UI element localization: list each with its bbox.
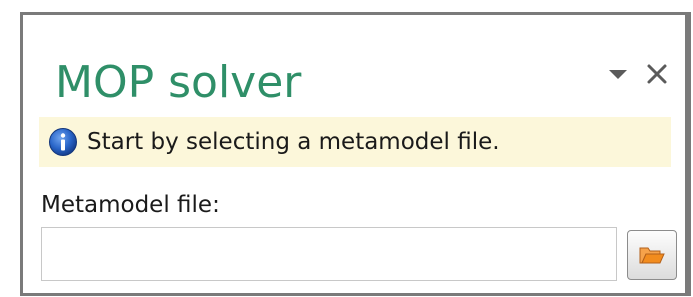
close-icon: [647, 64, 667, 84]
mop-solver-pane: MOP solver Start by selecting a metamode…: [26, 18, 685, 293]
close-button[interactable]: [643, 60, 671, 88]
pane-header-controls: [607, 60, 671, 88]
chevron-down-icon: [609, 69, 627, 79]
info-message: Start by selecting a metamodel file.: [87, 129, 500, 155]
folder-icon: [639, 247, 665, 264]
pane-title: MOP solver: [55, 57, 302, 108]
pane-options-button[interactable]: [607, 64, 629, 84]
browse-file-button[interactable]: [627, 230, 677, 280]
info-icon: [49, 128, 77, 156]
info-bar: Start by selecting a metamodel file.: [39, 117, 671, 167]
metamodel-file-input[interactable]: [41, 227, 617, 281]
task-pane-frame: MOP solver Start by selecting a metamode…: [20, 12, 691, 296]
metamodel-file-label: Metamodel file:: [41, 192, 220, 218]
